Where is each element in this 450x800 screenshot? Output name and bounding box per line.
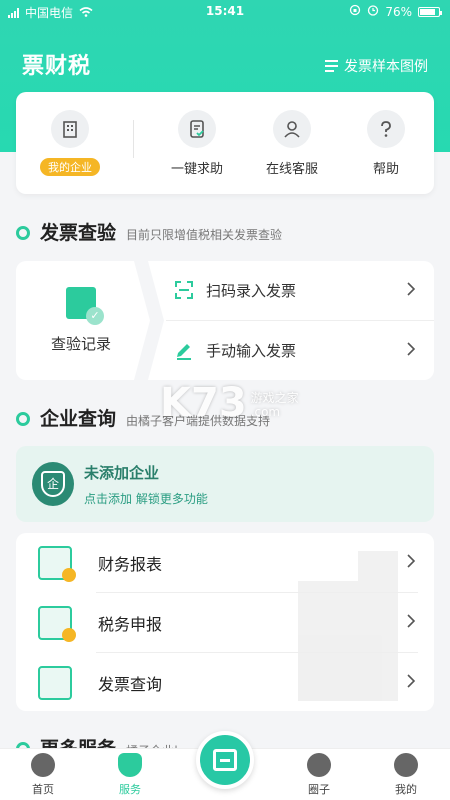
invoice-section-title: 发票查验 <box>40 222 117 244</box>
online-service-button[interactable]: 在线客服 <box>252 110 332 177</box>
finance-report-icon <box>38 545 76 582</box>
check-records-label: 查验记录 <box>50 335 111 353</box>
section-leaf-icon <box>16 226 30 240</box>
invoice-section-header: 发票查验 目前只限增值税相关发票查验 <box>16 218 282 245</box>
heart-icon <box>118 753 142 777</box>
invoice-sample-link[interactable]: 发票样本图例 <box>325 56 428 76</box>
document-check-icon <box>178 110 216 148</box>
add-company-card[interactable]: 企 未添加企业 点击添加 解锁更多功能 <box>16 446 434 522</box>
bottom-tab-bar: 首页 服务 圈子 我的 <box>0 731 450 800</box>
tab-services-label: 服务 <box>119 783 141 796</box>
building-icon <box>51 110 89 148</box>
battery-percent: 76% <box>385 4 412 19</box>
scan-invoice-row[interactable]: 扫码录入发票 <box>166 261 434 319</box>
invoice-query-label: 发票查询 <box>98 674 163 694</box>
my-company-badge: 我的企业 <box>40 158 100 176</box>
battery-icon <box>418 6 442 17</box>
tab-services[interactable]: 服务 <box>100 753 160 797</box>
invoice-card: 查验记录 扫码录入发票 手动输入发票 <box>16 261 434 380</box>
status-bar: 中国电信 15:41 76% <box>0 0 450 24</box>
invoice-sample-label: 发票样本图例 <box>344 59 428 75</box>
add-company-title: 未添加企业 <box>84 464 160 482</box>
tab-home-label: 首页 <box>32 783 54 796</box>
scan-icon <box>213 749 237 771</box>
check-records-button[interactable]: 查验记录 <box>16 261 146 380</box>
tab-mine[interactable]: 我的 <box>376 753 436 797</box>
list-icon <box>325 60 338 72</box>
watermark-brand: K73 <box>160 380 247 426</box>
one-click-help-label: 一键求助 <box>170 162 223 177</box>
watermark-site-cn: 游戏之家 <box>250 391 299 405</box>
user-icon <box>394 753 418 777</box>
site-watermark: K73 游戏之家 .com <box>160 380 299 426</box>
watermark-site-url: .com <box>250 405 281 419</box>
tax-declare-label: 税务申报 <box>98 614 163 634</box>
section-leaf-icon <box>16 412 30 426</box>
one-click-help-button[interactable]: 一键求助 <box>157 110 237 177</box>
finance-report-row[interactable]: 财务报表 <box>16 533 434 592</box>
planet-icon <box>31 753 55 777</box>
company-section-title: 企业查询 <box>40 408 117 430</box>
tax-declare-row[interactable]: 税务申报 <box>16 593 434 652</box>
person-icon <box>273 110 311 148</box>
tax-declare-icon <box>38 605 76 642</box>
invoice-section-subtitle: 目前只限增值税相关发票查验 <box>126 228 283 242</box>
pencil-icon <box>174 340 194 360</box>
company-shield-char: 企 <box>41 471 65 497</box>
alarm-icon <box>367 4 379 19</box>
invoice-query-row[interactable]: 发票查询 <box>16 653 434 711</box>
help-label: 帮助 <box>372 162 399 177</box>
tab-circle[interactable]: 圈子 <box>289 753 349 797</box>
tab-mine-label: 我的 <box>395 783 417 796</box>
quick-actions-divider <box>133 120 134 158</box>
invoice-query-icon <box>38 665 72 700</box>
my-company-button[interactable]: 我的企业 <box>30 110 110 176</box>
tab-circle-label: 圈子 <box>308 783 330 796</box>
scan-button[interactable] <box>196 731 254 789</box>
scan-frame-icon <box>174 280 194 300</box>
scan-invoice-label: 扫码录入发票 <box>206 281 297 300</box>
online-service-label: 在线客服 <box>265 162 318 177</box>
question-icon <box>367 110 405 148</box>
check-record-icon <box>66 287 104 325</box>
manual-invoice-label: 手动输入发票 <box>206 341 297 360</box>
services-list: 财务报表 税务申报 发票查询 <box>16 533 434 711</box>
chevron-right-icon <box>406 281 416 300</box>
quick-actions-card: 我的企业 一键求助 在线客服 帮助 <box>16 92 434 194</box>
company-shield-icon: 企 <box>32 462 74 506</box>
rotation-lock-icon <box>349 4 361 19</box>
chevron-right-icon <box>406 673 416 692</box>
tab-home[interactable]: 首页 <box>13 753 73 797</box>
add-company-subtitle: 点击添加 解锁更多功能 <box>84 492 208 506</box>
chevron-right-icon <box>406 553 416 572</box>
manual-invoice-row[interactable]: 手动输入发票 <box>166 321 434 379</box>
help-button[interactable]: 帮助 <box>346 110 426 177</box>
card-chevron-separator <box>134 261 164 380</box>
finance-report-label: 财务报表 <box>98 554 163 574</box>
chat-bubble-icon <box>307 753 331 777</box>
chevron-right-icon <box>406 613 416 632</box>
chevron-right-icon <box>406 341 416 360</box>
app-title: 票财税 <box>22 54 92 79</box>
